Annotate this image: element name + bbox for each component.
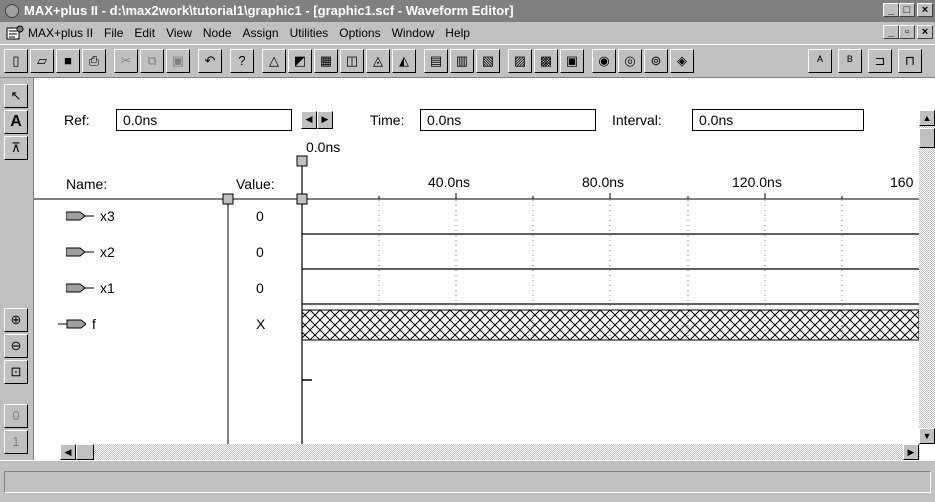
horizontal-scrollbar[interactable] xyxy=(60,444,920,460)
cursor-handle[interactable] xyxy=(296,193,308,205)
signal-row-x3[interactable]: x3 xyxy=(66,208,115,224)
status-panel xyxy=(4,471,931,493)
cursor-handle-top[interactable] xyxy=(296,155,308,167)
signal-value: 0 xyxy=(256,280,264,296)
scroll-right-button[interactable]: ▶ xyxy=(903,444,919,460)
signal-row-x1[interactable]: x1 xyxy=(66,280,115,296)
signal-name: f xyxy=(92,316,96,332)
vertical-scrollbar[interactable] xyxy=(919,110,935,444)
signal-name: x2 xyxy=(100,244,115,260)
input-pin-icon xyxy=(66,211,94,221)
input-pin-icon xyxy=(66,283,94,293)
output-pin-icon xyxy=(58,319,86,329)
input-pin-icon xyxy=(66,247,94,257)
column-resize-handle[interactable] xyxy=(222,193,234,205)
signal-row-f[interactable]: f xyxy=(58,316,96,332)
signal-value: 0 xyxy=(256,244,264,260)
horizontal-scroll-thumb[interactable] xyxy=(76,444,94,460)
scroll-down-button[interactable]: ▼ xyxy=(919,428,935,444)
signal-row-x2[interactable]: x2 xyxy=(66,244,115,260)
status-bar xyxy=(0,460,935,502)
signal-name: x1 xyxy=(100,280,115,296)
vertical-scroll-thumb[interactable] xyxy=(919,128,935,148)
waveform-f xyxy=(301,309,920,341)
scroll-up-button[interactable]: ▲ xyxy=(919,110,935,126)
signal-name: x3 xyxy=(100,208,115,224)
scroll-left-button[interactable]: ◀ xyxy=(60,444,76,460)
waveform-graphics xyxy=(34,155,920,444)
signal-value: X xyxy=(256,316,266,332)
signal-value: 0 xyxy=(256,208,264,224)
